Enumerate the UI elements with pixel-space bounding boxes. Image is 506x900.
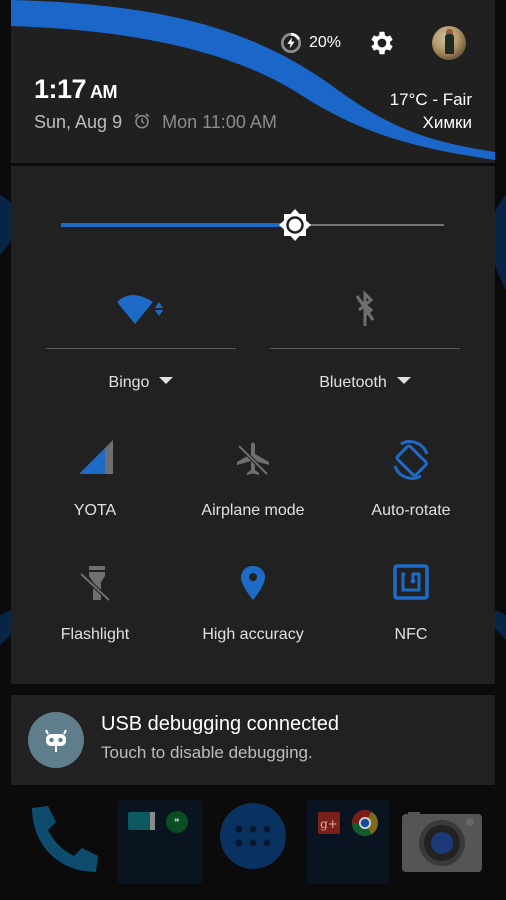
- tile-label: NFC: [394, 626, 428, 643]
- cyanogenmod-android-icon: [28, 712, 84, 768]
- tile-flashlight[interactable]: Flashlight: [15, 564, 175, 664]
- home-dock: ❞ g+: [0, 790, 506, 900]
- tile-auto-rotate[interactable]: Auto-rotate: [331, 440, 491, 540]
- tile-label: Flashlight: [60, 626, 130, 643]
- notification-header: 20% 1:17 AM Sun, Aug 9 Mon 11:00 AM 17°C …: [11, 0, 495, 163]
- next-alarm-text[interactable]: Mon 11:00 AM: [162, 112, 277, 132]
- tile-location[interactable]: High accuracy: [173, 564, 333, 664]
- notification-title: USB debugging connected: [101, 713, 339, 735]
- brightness-slider[interactable]: [61, 208, 444, 242]
- wifi-icon: [117, 295, 163, 324]
- avatar-body: [445, 34, 454, 54]
- tile-label: Airplane mode: [201, 502, 305, 519]
- battery-percent: 20%: [309, 34, 342, 51]
- wifi-network-dropdown[interactable]: Bingo: [46, 374, 236, 392]
- weather-widget[interactable]: 17°C - Fair Химки: [390, 88, 472, 134]
- google-folder[interactable]: g+: [306, 800, 390, 884]
- tile-mobile-data[interactable]: YOTA: [15, 440, 175, 540]
- camera-icon[interactable]: [400, 812, 484, 876]
- date-text[interactable]: Sun, Aug 9: [34, 112, 122, 132]
- date-row: Sun, Aug 9 Mon 11:00 AM: [34, 112, 277, 133]
- tile-label: Auto-rotate: [371, 502, 451, 519]
- clock[interactable]: 1:17 AM: [34, 74, 118, 105]
- signal-icon: [79, 440, 113, 474]
- app-drawer-dots: [235, 825, 271, 847]
- tile-airplane[interactable]: Airplane mode: [173, 440, 333, 540]
- wifi-label: Bingo: [108, 374, 150, 391]
- flashlight-off-icon: [79, 566, 111, 602]
- screen-rotation-icon: [393, 440, 429, 480]
- phone-icon[interactable]: [28, 802, 100, 874]
- tile-nfc[interactable]: NFC: [331, 564, 491, 664]
- messaging-folder[interactable]: ❞: [118, 800, 202, 884]
- chevron-down-icon: [159, 377, 174, 384]
- gear-icon[interactable]: [367, 28, 397, 58]
- notification-text: Touch to disable debugging.: [101, 743, 313, 762]
- slider-fill: [61, 223, 295, 227]
- app-drawer-icon[interactable]: [220, 803, 286, 869]
- weather-condition: 17°C - Fair: [389, 90, 472, 109]
- quick-settings-panel: Bingo Bluetooth YOTA Airplane mode Auto-…: [11, 166, 495, 684]
- tile-bluetooth[interactable]: Bluetooth: [270, 290, 460, 392]
- clock-time: 1:17: [34, 74, 87, 104]
- tile-divider: [270, 348, 460, 349]
- alarm-clock-icon: [134, 113, 150, 129]
- tile-divider: [46, 348, 236, 349]
- clock-ampm: AM: [90, 82, 118, 102]
- cid-mascot-glyph: [45, 729, 67, 752]
- svg-text:❞: ❞: [174, 818, 179, 829]
- brightness-auto-icon[interactable]: [278, 208, 312, 242]
- nfc-icon: [393, 564, 429, 600]
- notification-card[interactable]: USB debugging connected Touch to disable…: [11, 695, 495, 785]
- location-pin-icon: [241, 566, 265, 600]
- tile-label: High accuracy: [202, 626, 304, 643]
- status-row: 20%: [11, 22, 495, 62]
- tile-wifi[interactable]: Bingo: [46, 290, 236, 392]
- bluetooth-disabled-icon: [355, 290, 375, 326]
- battery-charging-icon: [280, 32, 302, 54]
- chevron-down-icon: [396, 377, 411, 384]
- bluetooth-label: Bluetooth: [319, 374, 387, 391]
- user-avatar[interactable]: [432, 26, 466, 60]
- tile-label: YOTA: [73, 502, 117, 519]
- folder-icons: g+: [318, 809, 378, 837]
- weather-location: Химки: [422, 113, 472, 132]
- airplane-off-icon: [237, 442, 269, 476]
- folder-icons: ❞: [128, 811, 188, 833]
- bluetooth-dropdown[interactable]: Bluetooth: [270, 374, 460, 392]
- svg-text:g+: g+: [320, 817, 338, 831]
